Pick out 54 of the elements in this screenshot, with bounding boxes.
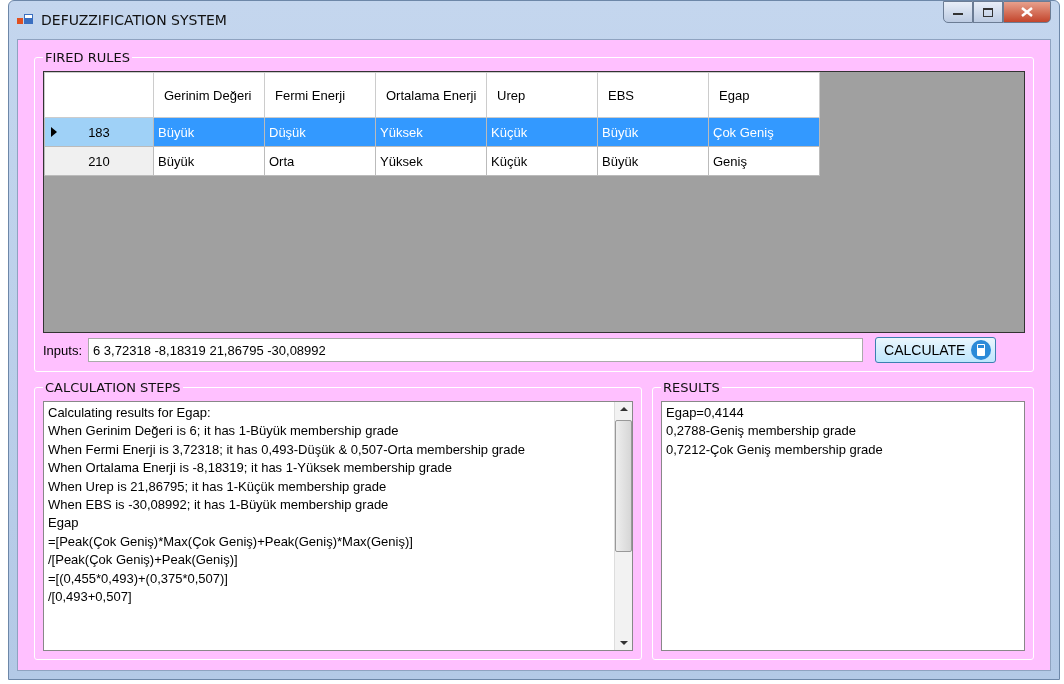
calculator-icon (971, 340, 992, 360)
current-row-icon (51, 127, 57, 137)
table-cell: Küçük (486, 146, 598, 176)
step-line: =[Peak(Çok Geniş)*Max(Çok Geniş)+Peak(Geniş)*Max(Geniş)] (48, 532, 414, 551)
results-text-area[interactable]: Egap=0,4144 0,2788-Geniş membership grade 0,7212-Çok Geniş membership grade (661, 401, 1025, 651)
result-line: 0,7212-Çok Geniş membership grade (666, 440, 884, 459)
table-cell: Büyük (597, 146, 709, 176)
column-header[interactable]: Urep (486, 72, 598, 118)
step-line: Egap (48, 514, 80, 533)
app-icon (17, 14, 33, 26)
table-cell: Büyük (597, 117, 709, 147)
result-line: Egap=0,4144 (666, 404, 745, 422)
window-title: DEFUZZIFICATION SYSTEM (41, 12, 227, 28)
calculate-button[interactable]: CALCULATE (875, 337, 997, 363)
table-cell: Büyük (153, 146, 265, 176)
table-cell: Yüksek (375, 146, 487, 176)
step-line: When Ortalama Enerji is -8,18319; it has 1-Yüksek membership grade (48, 459, 453, 478)
group-title: CALCULATION STEPS (44, 380, 182, 395)
minimize-button[interactable] (943, 1, 973, 23)
table-cell: Geniş (708, 146, 820, 176)
step-line: When EBS is -30,08992; it has 1-Büyük membership grade (48, 496, 390, 515)
maximize-button[interactable] (973, 1, 1003, 23)
step-line: When Urep is 21,86795; it has 1-Küçük membership grade (48, 477, 388, 496)
maximize-icon (983, 7, 993, 17)
row-header[interactable]: 210 (44, 146, 154, 176)
step-line: =[(0,455*0,493)+(0,375*0,507)] (48, 569, 229, 588)
column-header[interactable]: EBS (597, 72, 709, 118)
close-button[interactable] (1003, 1, 1051, 23)
table-cell: Yüksek (375, 117, 487, 147)
table-cell: Orta (264, 146, 376, 176)
scrollbar[interactable] (614, 402, 632, 650)
column-header[interactable]: Egap (708, 72, 820, 118)
inputs-field[interactable]: 6 3,72318 -8,18319 21,86795 -30,08992 (88, 338, 864, 362)
result-line: 0,2788-Geniş membership grade (666, 422, 858, 441)
group-title: FIRED RULES (44, 50, 131, 65)
column-header[interactable]: Gerinim Değeri (153, 72, 265, 118)
column-header[interactable]: Fermi Enerji (264, 72, 376, 118)
step-line: Calculating results for Egap: (48, 404, 212, 422)
table-cell: Düşük (264, 117, 376, 147)
inputs-label: Inputs: (43, 342, 83, 358)
table-cell: Büyük (153, 117, 265, 147)
step-line: /[Peak(Çok Geniş)+Peak(Geniş)] (48, 551, 239, 570)
group-title: RESULTS (662, 380, 721, 395)
table-cell: Küçük (486, 117, 598, 147)
step-line: When Fermi Enerji is 3,72318; it has 0,493-Düşük & 0,507-Orta membership grade (48, 440, 526, 459)
row-header[interactable]: 183 (44, 117, 154, 147)
step-line: When Gerinim Değeri is 6; it has 1-Büyük membership grade (48, 422, 400, 441)
close-icon (1021, 7, 1033, 17)
table-row[interactable]: 183 Büyük Düşük Yüksek Küçük Büyük Çok Geniş (44, 117, 820, 147)
steps-text-area[interactable] (43, 401, 633, 651)
step-line: /[0,493+0,507] (48, 588, 133, 607)
table-row[interactable]: 210 Büyük Orta Yüksek Küçük Büyük Geniş (44, 146, 820, 176)
column-header[interactable]: Ortalama Enerji (375, 72, 487, 118)
table-cell: Çok Geniş (708, 117, 820, 147)
